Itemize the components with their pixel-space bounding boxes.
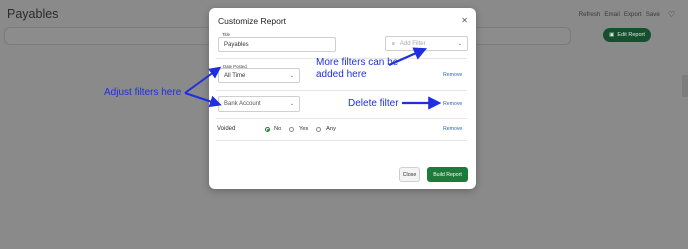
arrow-to-bank-account	[184, 92, 222, 108]
arrow-to-add-filter	[388, 47, 428, 67]
arrow-to-date-posted	[184, 66, 222, 94]
annotation-arrows	[184, 47, 442, 110]
